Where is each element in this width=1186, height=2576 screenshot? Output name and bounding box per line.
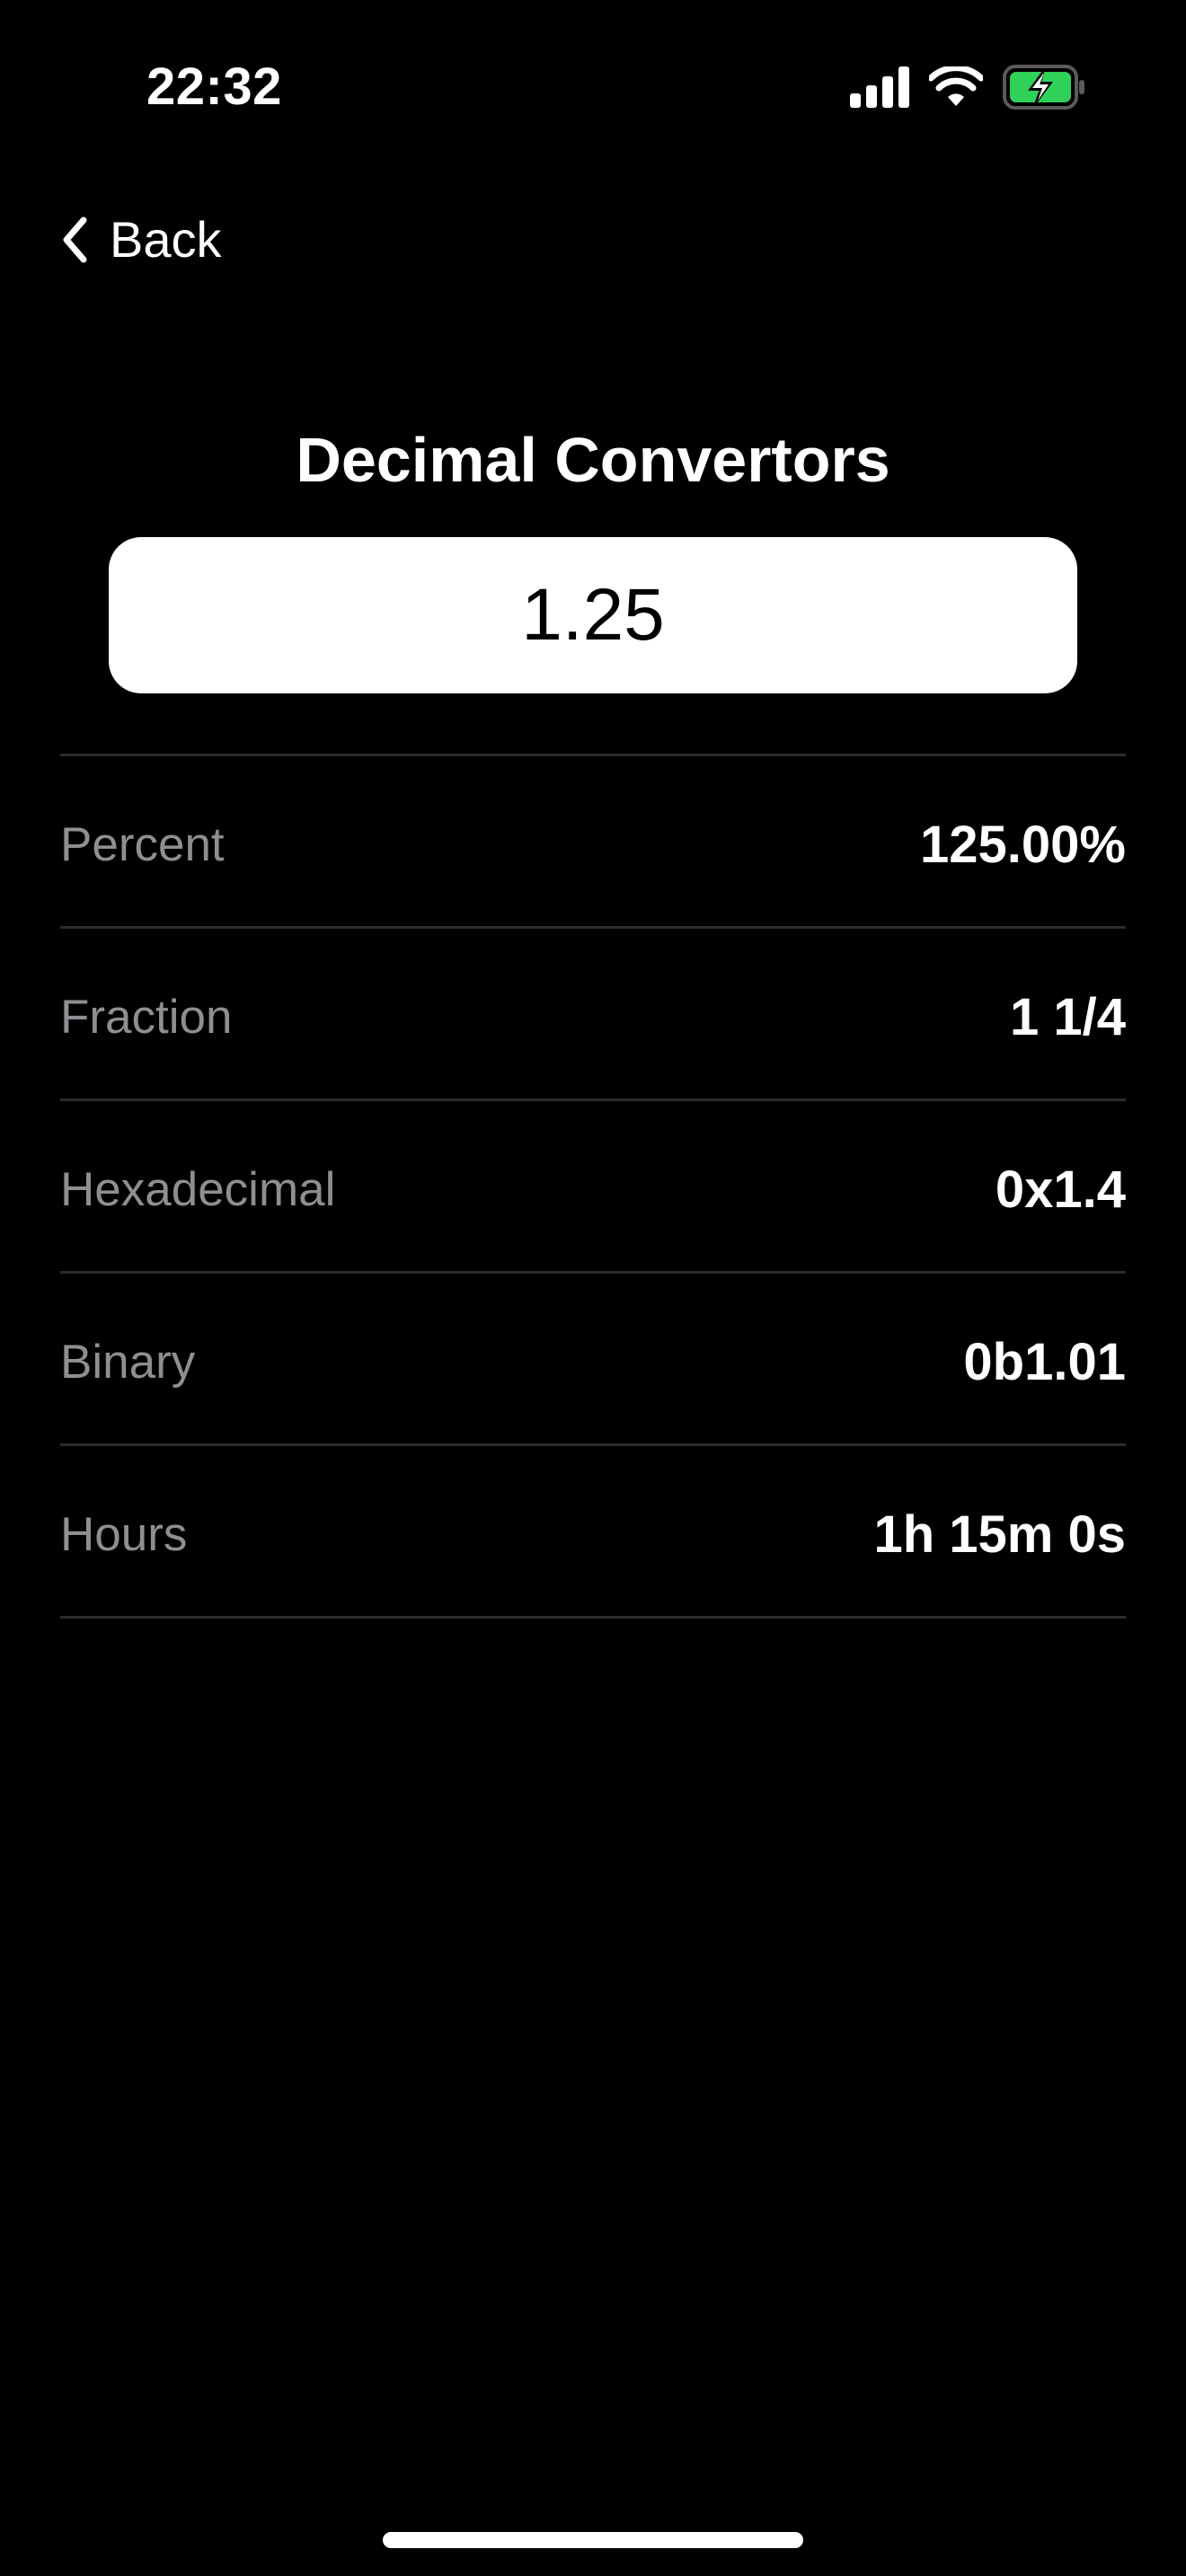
conversion-value: 0b1.01	[963, 1333, 1126, 1391]
conversion-value: 1 1/4	[1010, 988, 1126, 1046]
status-time: 22:32	[146, 57, 282, 116]
conversion-value: 1h 15m 0s	[873, 1505, 1126, 1564]
conversion-label: Hours	[60, 1508, 188, 1561]
status-icons	[850, 63, 1085, 111]
back-button[interactable]: Back	[59, 207, 222, 273]
battery-charging-icon	[1003, 65, 1084, 110]
conversion-label: Binary	[60, 1336, 196, 1389]
conversion-value: 125.00%	[920, 816, 1126, 874]
conversion-label: Hexadecimal	[60, 1163, 336, 1216]
conversion-row-fraction: Fraction 1 1/4	[60, 929, 1126, 1101]
page-title: Decimal Convertors	[296, 425, 890, 495]
conversion-label: Percent	[60, 818, 225, 871]
status-bar: 22:32	[0, 0, 1186, 171]
conversion-row-hexadecimal: Hexadecimal 0x1.4	[60, 1101, 1126, 1274]
conversion-label: Fraction	[60, 991, 233, 1044]
decimal-input[interactable]	[109, 537, 1077, 693]
conversion-list: Percent 125.00% Fraction 1 1/4 Hexadecim…	[60, 756, 1126, 1619]
signal-icon	[850, 66, 909, 108]
conversion-row-hours: Hours 1h 15m 0s	[60, 1446, 1126, 1619]
home-indicator[interactable]	[383, 2532, 803, 2548]
conversion-row-percent: Percent 125.00%	[60, 756, 1126, 929]
conversion-row-binary: Binary 0b1.01	[60, 1274, 1126, 1446]
back-label: Back	[110, 211, 222, 268]
chevron-left-icon	[63, 216, 87, 263]
wifi-icon	[929, 66, 983, 106]
conversion-value: 0x1.4	[995, 1160, 1126, 1219]
